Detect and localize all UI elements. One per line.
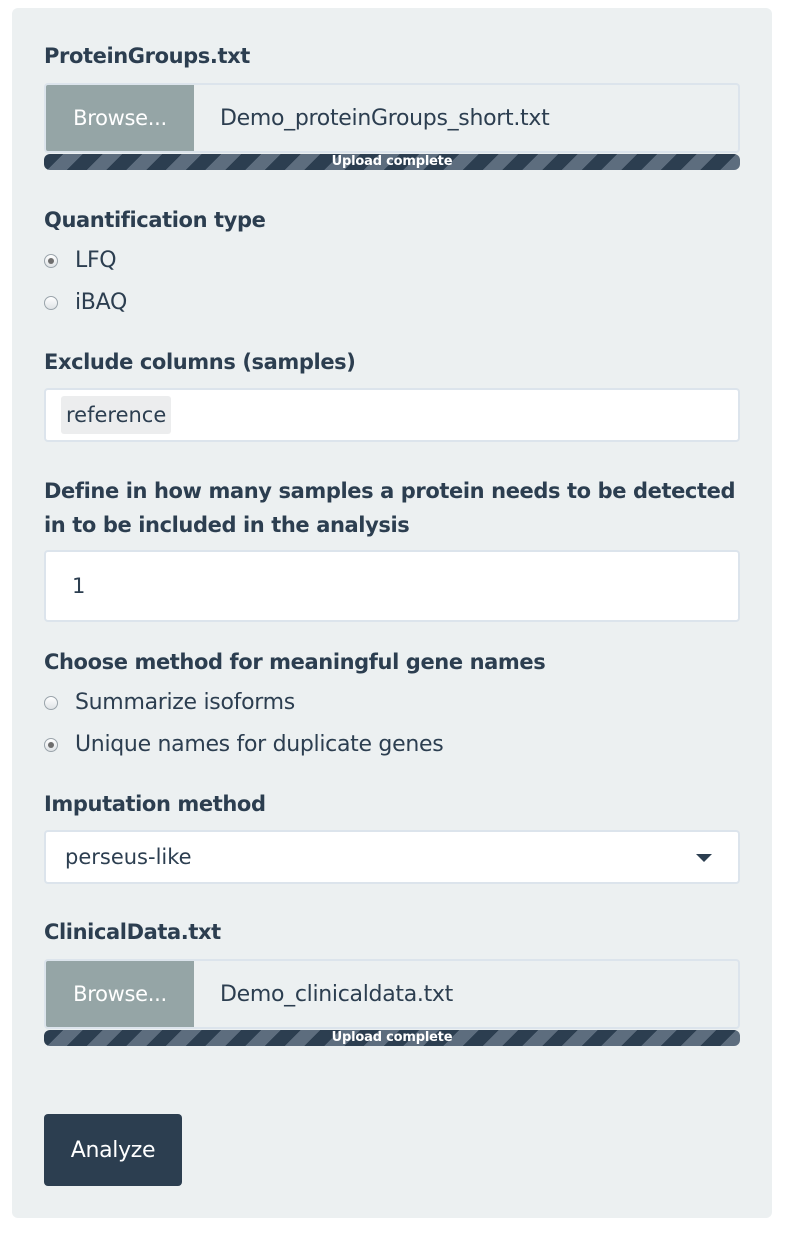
exclude-columns-input[interactable]: reference <box>44 388 740 442</box>
quant-type-label: Quantification type <box>44 208 266 232</box>
protein-browse-button[interactable]: Browse... <box>46 85 194 151</box>
analyze-button[interactable]: Analyze <box>44 1114 182 1186</box>
imputation-value: perseus-like <box>65 845 192 869</box>
clinical-upload-progress: Upload complete <box>44 1030 740 1046</box>
input-panel: ProteinGroups.txt Browse... Demo_protein… <box>12 8 772 1218</box>
radio-ibaq-label: iBAQ <box>75 290 127 315</box>
radio-ibaq[interactable]: iBAQ <box>44 290 127 315</box>
radio-lfq[interactable]: LFQ <box>44 248 117 273</box>
radio-lfq-label: LFQ <box>75 248 117 273</box>
radio-unique-label: Unique names for duplicate genes <box>75 732 444 757</box>
clinical-browse-button[interactable]: Browse... <box>46 961 194 1027</box>
protein-upload-progress: Upload complete <box>44 154 740 170</box>
clinical-upload-status: Upload complete <box>331 1030 453 1045</box>
chevron-down-icon[interactable] <box>696 854 712 862</box>
gene-names-label: Choose method for meaningful gene names <box>44 650 546 674</box>
imputation-label: Imputation method <box>44 792 266 816</box>
radio-summarize-indicator[interactable] <box>44 695 58 710</box>
radio-unique-names[interactable]: Unique names for duplicate genes <box>44 732 444 757</box>
clinical-filename: Demo_clinicaldata.txt <box>220 981 453 1007</box>
clinical-file-input[interactable]: Browse... Demo_clinicaldata.txt <box>44 959 740 1029</box>
protein-upload-status: Upload complete <box>331 154 453 169</box>
protein-filename: Demo_proteinGroups_short.txt <box>220 105 550 131</box>
exclude-columns-label: Exclude columns (samples) <box>44 350 356 374</box>
radio-lfq-indicator[interactable] <box>44 253 58 268</box>
radio-unique-indicator[interactable] <box>44 737 58 752</box>
protein-file-input[interactable]: Browse... Demo_proteinGroups_short.txt <box>44 83 740 153</box>
exclude-chip[interactable]: reference <box>61 396 172 434</box>
clinical-file-label: ClinicalData.txt <box>44 920 221 944</box>
min-samples-input[interactable]: 1 <box>44 550 740 622</box>
radio-ibaq-indicator[interactable] <box>44 295 58 310</box>
protein-file-label: ProteinGroups.txt <box>44 44 250 68</box>
min-samples-value: 1 <box>72 574 86 598</box>
radio-summarize-isoforms[interactable]: Summarize isoforms <box>44 690 295 715</box>
radio-summarize-label: Summarize isoforms <box>75 690 295 715</box>
min-samples-label: Define in how many samples a protein nee… <box>44 479 736 537</box>
imputation-select[interactable]: perseus-like <box>44 830 740 884</box>
